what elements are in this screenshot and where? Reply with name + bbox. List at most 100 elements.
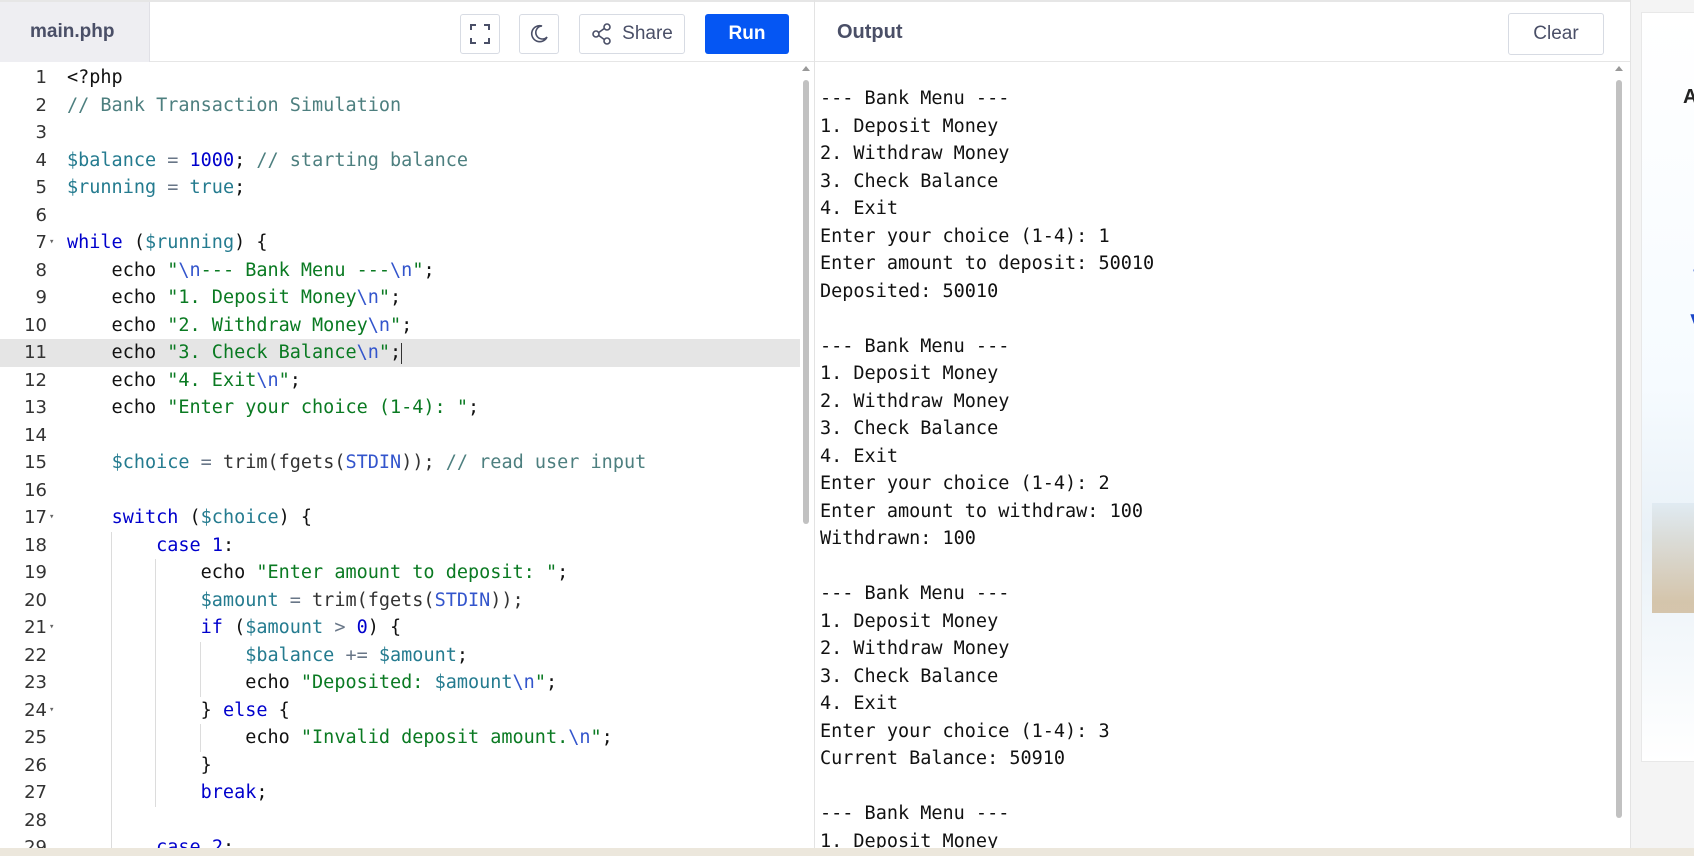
code-line[interactable]: 19 echo "Enter amount to deposit: "; bbox=[0, 559, 800, 587]
code-line[interactable]: 17 ▾ switch ($choice) { bbox=[0, 504, 800, 532]
line-number: 20 bbox=[24, 589, 47, 611]
code-token: } bbox=[67, 754, 212, 776]
output-line: 4. Exit bbox=[820, 693, 898, 714]
code-text: $amount = trim(fgets(STDIN)); bbox=[67, 587, 524, 615]
code-token: = bbox=[156, 177, 190, 198]
output-line: --- Bank Menu --- bbox=[820, 803, 1010, 824]
output-scrollbar[interactable] bbox=[1615, 64, 1623, 850]
code-token: // starting balance bbox=[256, 149, 468, 171]
editor-scrollbar[interactable] bbox=[802, 64, 810, 850]
code-line[interactable]: 26 } bbox=[0, 751, 800, 779]
code-line[interactable]: 25 echo "Invalid deposit amount.\n"; bbox=[0, 724, 800, 752]
line-number: 26 bbox=[24, 754, 47, 776]
code-line[interactable]: 27 break; bbox=[0, 779, 800, 807]
line-number: 25 bbox=[24, 727, 47, 748]
editor-scrollbar-thumb[interactable] bbox=[803, 80, 809, 524]
code-token: echo bbox=[67, 397, 168, 418]
code-line[interactable]: 3 bbox=[0, 119, 800, 147]
code-line[interactable]: 10 echo "2. Withdraw Money\n"; bbox=[0, 312, 800, 340]
code-line[interactable]: 16 bbox=[0, 477, 800, 505]
code-line[interactable]: 24 ▾ } else { bbox=[0, 696, 800, 725]
ad-text-1: AI bbox=[1683, 86, 1694, 109]
fold-arrow-icon[interactable]: ▾ bbox=[49, 697, 54, 725]
line-number: 5 bbox=[35, 177, 47, 198]
code-line[interactable]: 20 $amount = trim(fgets(STDIN)); bbox=[0, 586, 800, 615]
code-token: "3. Check Balance bbox=[167, 342, 357, 363]
code-token: echo bbox=[67, 369, 168, 391]
output-line: Enter amount to deposit: 50010 bbox=[820, 253, 1155, 274]
code-token: "Enter amount to deposit: " bbox=[256, 562, 558, 583]
code-token: ; bbox=[234, 149, 257, 171]
fold-arrow-icon[interactable]: ▾ bbox=[49, 504, 54, 532]
code-token: while bbox=[67, 232, 123, 253]
share-button[interactable]: Share bbox=[579, 14, 685, 54]
code-text: $balance = 1000; // starting balance bbox=[67, 147, 468, 175]
scroll-up-arrow-icon[interactable] bbox=[1615, 66, 1623, 71]
code-line[interactable]: 6 bbox=[0, 202, 800, 230]
run-button[interactable]: Run bbox=[705, 14, 789, 54]
code-editor[interactable]: 1 <?php 2 // Bank Transaction Simulation 3 4 $… bbox=[0, 64, 800, 850]
file-tab-label: main.php bbox=[30, 21, 115, 42]
code-token: --- Bank Menu --- bbox=[200, 259, 391, 281]
output-header: Output Clear bbox=[815, 2, 1630, 62]
clear-button[interactable]: Clear bbox=[1508, 13, 1604, 55]
code-token: > bbox=[323, 617, 357, 638]
output-line: 2. Withdraw Money bbox=[820, 143, 1010, 164]
line-number: 12 bbox=[24, 369, 47, 391]
scroll-up-arrow-icon[interactable] bbox=[802, 66, 810, 71]
code-line[interactable]: 9 echo "1. Deposit Money\n"; bbox=[0, 284, 800, 312]
code-line[interactable]: 23 echo "Deposited: $amount\n"; bbox=[0, 669, 800, 697]
theme-toggle-button[interactable] bbox=[519, 14, 559, 54]
fold-arrow-icon[interactable]: ▾ bbox=[49, 229, 54, 257]
code-token: echo bbox=[67, 342, 168, 363]
line-number: 24 bbox=[24, 699, 47, 721]
code-line[interactable]: 12 echo "4. Exit\n"; bbox=[0, 367, 800, 395]
code-line[interactable]: 11 echo "3. Check Balance\n"; bbox=[0, 339, 800, 367]
code-line[interactable]: 18 case 1: bbox=[0, 531, 800, 559]
fullscreen-button[interactable] bbox=[460, 14, 500, 54]
line-number: 8 bbox=[35, 259, 47, 281]
code-token: 0 bbox=[356, 617, 368, 638]
output-line: Deposited: 50010 bbox=[820, 280, 999, 302]
code-line[interactable]: 4 $balance = 1000; // starting balance bbox=[0, 147, 800, 175]
code-line[interactable]: 21 ▾ if ($amount > 0) { bbox=[0, 614, 800, 642]
code-token: "Invalid deposit amount. bbox=[300, 727, 569, 748]
fold-arrow-icon[interactable]: ▾ bbox=[49, 614, 54, 642]
code-text: // Bank Transaction Simulation bbox=[67, 92, 401, 120]
code-line[interactable]: 28 bbox=[0, 806, 800, 834]
output-console[interactable]: --- Bank Menu --- 1. Deposit Money 2. With… bbox=[820, 85, 1610, 850]
code-token: STDIN bbox=[345, 452, 402, 473]
file-tab[interactable]: main.php bbox=[0, 2, 150, 62]
code-line[interactable]: 22 $balance += $amount; bbox=[0, 641, 800, 669]
code-line[interactable]: 15 $choice = trim(fgets(STDIN)); // read… bbox=[0, 449, 800, 477]
line-number: 22 bbox=[24, 644, 47, 666]
line-number: 10 bbox=[24, 314, 47, 336]
code-token: ( bbox=[122, 232, 145, 253]
code-line[interactable]: 13 echo "Enter your choice (1-4): "; bbox=[0, 394, 800, 422]
code-line[interactable]: 8 echo "\n--- Bank Menu ---\n"; bbox=[0, 257, 800, 285]
code-token: ; bbox=[557, 562, 569, 583]
code-line[interactable]: 1 <?php bbox=[0, 64, 800, 92]
output-line: 3. Check Balance bbox=[820, 665, 999, 687]
line-number: 6 bbox=[35, 204, 47, 226]
code-token: ; bbox=[390, 287, 402, 308]
output-line: Enter your choice (1-4): 1 bbox=[820, 225, 1110, 247]
code-token: ( bbox=[178, 507, 201, 528]
line-number: 2 bbox=[35, 94, 47, 116]
moon-icon bbox=[531, 24, 548, 43]
line-number: 7 bbox=[35, 232, 47, 253]
code-line[interactable]: 14 bbox=[0, 422, 800, 450]
code-line[interactable]: 2 // Bank Transaction Simulation bbox=[0, 92, 800, 120]
run-label: Run bbox=[728, 23, 766, 44]
code-token: = bbox=[278, 589, 313, 611]
code-token: \n bbox=[512, 672, 535, 693]
code-token: \n bbox=[356, 287, 379, 308]
clear-label: Clear bbox=[1533, 23, 1579, 44]
code-line[interactable]: 5 $running = true; bbox=[0, 174, 800, 202]
code-token: $balance bbox=[245, 644, 335, 666]
ad-banner[interactable]: AI 5 V bbox=[1641, 12, 1694, 762]
code-token: ; bbox=[234, 177, 246, 198]
code-line[interactable]: 7 ▾ while ($running) { bbox=[0, 229, 800, 257]
output-scrollbar-thumb[interactable] bbox=[1616, 80, 1622, 818]
